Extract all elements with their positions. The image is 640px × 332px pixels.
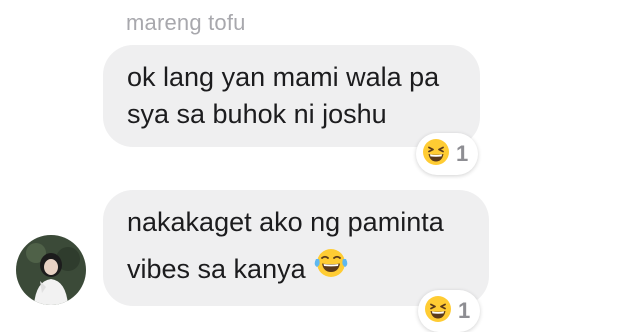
message-text-line: ok lang yan mami wala pa [127,62,440,92]
face-with-tears-of-joy-icon [314,247,348,289]
message-bubble[interactable]: ok lang yan mami wala pa sya sa buhok ni… [103,45,480,147]
reaction-badge[interactable]: 1 [418,290,481,332]
grinning-squinting-face-icon [424,295,452,328]
sender-name: mareng tofu [126,10,246,35]
reaction-badge[interactable]: 1 [416,133,479,175]
message-text: vibes sa kanya [127,254,306,285]
grinning-squinting-face-icon [422,138,450,171]
message-bubble[interactable]: nakakaget ako ng paminta vibes sa kanya [103,190,489,306]
message-text-line: vibes sa kanya [127,247,348,292]
message-text-line: sya sa buhok ni joshu [127,99,387,129]
message-text-line: nakakaget ako ng paminta [127,207,444,237]
avatar[interactable] [16,235,86,305]
reaction-count: 1 [456,141,469,166]
reaction-count: 1 [458,298,471,323]
